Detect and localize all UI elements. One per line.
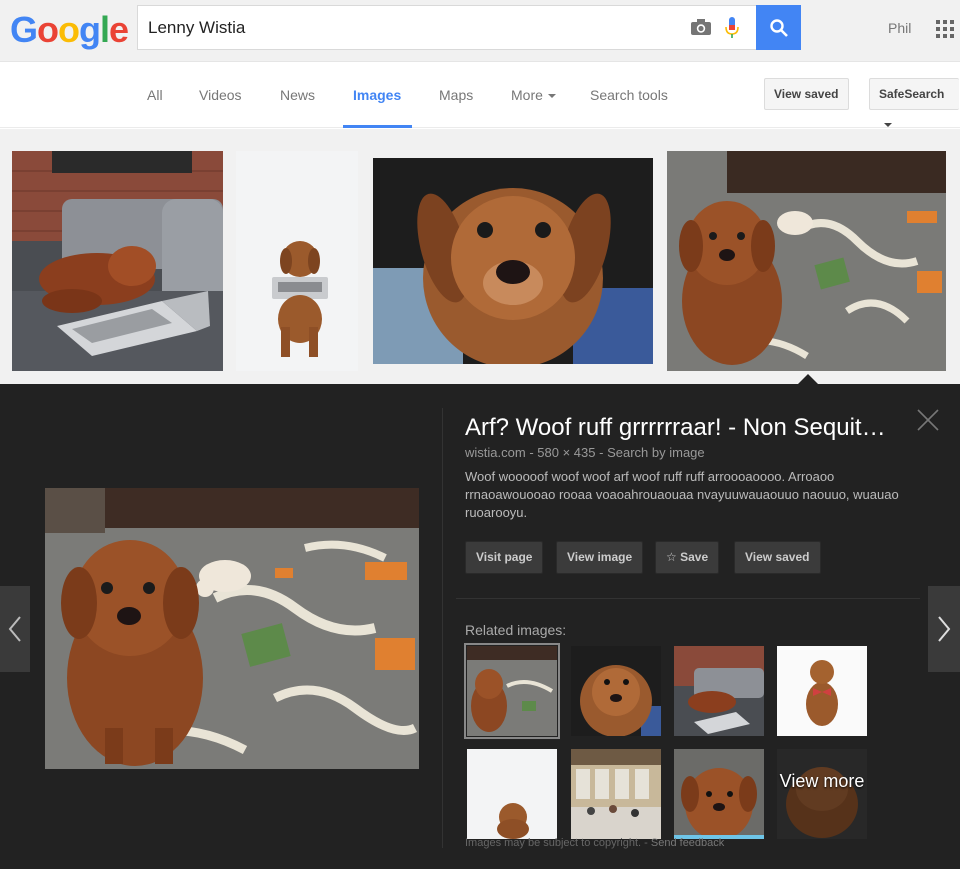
preview-image[interactable] (45, 488, 419, 769)
related-office (571, 749, 661, 839)
image-detail-panel: Arf? Woof ruff grrrrrraar! - Non Sequit…… (0, 384, 960, 869)
image-meta: wistia.com - 580 × 435 - Search by image (465, 445, 705, 460)
logo-letter: o (58, 9, 80, 50)
footer-note: Images may be subject to copyright. - Se… (465, 837, 724, 849)
image-title[interactable]: Arf? Woof ruff grrrrrraar! - Non Sequit… (465, 414, 886, 442)
related-image[interactable] (467, 749, 557, 839)
section-divider (456, 598, 920, 599)
related-puppy-closeup (571, 646, 661, 736)
related-dog-couch (674, 646, 764, 736)
save-label: Save (680, 550, 709, 564)
tab-all[interactable]: All (147, 87, 163, 103)
send-feedback-link[interactable]: Send feedback (651, 837, 724, 849)
related-image[interactable] (571, 749, 661, 839)
tab-more[interactable]: More (511, 87, 556, 103)
result-image[interactable] (667, 151, 946, 371)
tab-search-tools[interactable]: Search tools (590, 87, 668, 103)
camera-icon[interactable] (690, 18, 712, 36)
dog-on-couch-image (12, 151, 223, 371)
search-by-image-link[interactable]: Search by image (607, 445, 705, 460)
next-image-button[interactable] (928, 586, 960, 672)
tab-more-label: More (511, 87, 543, 103)
view-saved-button[interactable]: View saved (734, 541, 821, 574)
search-input[interactable] (148, 6, 668, 49)
logo-letter: o (37, 9, 59, 50)
logo-letter: G (10, 9, 38, 50)
logo-letter: e (109, 9, 129, 50)
apps-grid-icon[interactable] (936, 20, 954, 38)
dog-with-cassette-image (236, 151, 358, 371)
related-image[interactable] (674, 646, 764, 736)
google-logo[interactable]: Google (10, 9, 129, 51)
related-dog-bowtie (777, 646, 867, 736)
tab-news[interactable]: News (280, 87, 315, 103)
chevron-right-icon (938, 616, 951, 642)
safesearch-button[interactable]: SafeSearch (869, 78, 959, 127)
close-icon[interactable] (916, 408, 940, 432)
lenny-preview-image (45, 488, 419, 769)
chevron-down-icon (547, 94, 556, 99)
search-button[interactable] (756, 5, 801, 50)
logo-letter: l (100, 9, 110, 50)
related-image[interactable] (777, 646, 867, 736)
tab-maps[interactable]: Maps (439, 87, 473, 103)
active-tab-underline (343, 125, 412, 128)
previous-image-button[interactable] (0, 586, 30, 672)
footer-separator: - (644, 837, 648, 849)
related-dog-white (467, 749, 557, 839)
search-icon (769, 18, 788, 37)
meta-separator: - (529, 445, 534, 460)
star-icon: ☆ (666, 550, 677, 564)
safesearch-label: SafeSearch (879, 87, 945, 101)
result-image[interactable] (236, 151, 358, 371)
image-dimensions: 580 × 435 (537, 445, 596, 460)
header-bar: Google Phil (0, 0, 960, 62)
view-more-label: View more (779, 771, 865, 791)
related-image[interactable] (571, 646, 661, 736)
related-image[interactable] (464, 643, 560, 739)
microphone-icon[interactable] (724, 16, 740, 40)
visit-page-button[interactable]: Visit page (465, 541, 544, 574)
tab-videos[interactable]: Videos (199, 87, 242, 103)
related-images-label: Related images: (465, 622, 567, 638)
view-more-thumbnail (777, 749, 867, 839)
panel-divider (442, 408, 443, 848)
logo-letter: g (79, 9, 101, 50)
lenny-on-rug-image (667, 151, 946, 371)
view-saved-button[interactable]: View saved (764, 78, 849, 110)
copyright-notice: Images may be subject to copyright. (465, 837, 642, 849)
result-image[interactable] (12, 151, 223, 371)
chevron-left-icon (8, 616, 21, 642)
related-lenny-rug (467, 646, 557, 736)
puppy-closeup-image (373, 158, 653, 364)
image-description: Woof wooooof woof woof arf woof ruff ruf… (465, 469, 899, 520)
search-box (137, 5, 757, 50)
user-name[interactable]: Phil (888, 20, 911, 36)
chevron-down-icon (884, 122, 892, 127)
meta-separator: - (599, 445, 604, 460)
view-more-button[interactable]: View more (777, 749, 867, 839)
image-results-strip (0, 129, 960, 384)
result-image[interactable] (373, 158, 653, 364)
source-link[interactable]: wistia.com (465, 445, 526, 460)
related-image[interactable] (674, 749, 764, 839)
related-lenny-portrait (674, 749, 764, 835)
tab-images[interactable]: Images (353, 87, 401, 103)
search-tabs: All Videos News Images Maps More Search … (0, 62, 960, 128)
save-button[interactable]: ☆ Save (655, 541, 720, 574)
view-image-button[interactable]: View image (556, 541, 644, 574)
